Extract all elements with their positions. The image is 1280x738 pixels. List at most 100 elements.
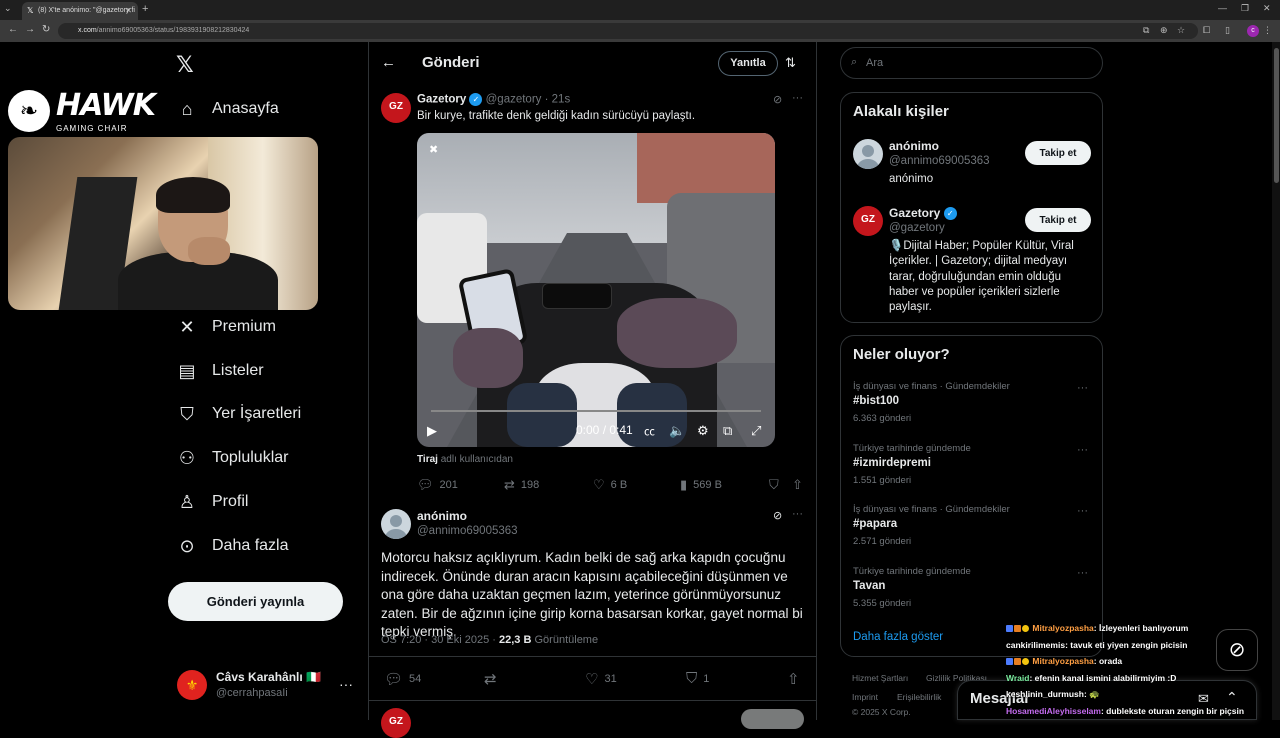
trend-more-icon[interactable]: ··· — [1077, 444, 1088, 456]
back-icon[interactable]: ← — [8, 24, 18, 35]
volume-icon[interactable]: 🔈 — [669, 423, 685, 439]
quoted-handle[interactable]: @gazetory — [486, 94, 542, 106]
forward-icon[interactable]: → — [25, 24, 35, 35]
browser-tab[interactable]: 𝕏 (8) X'te anónimo: "@gazetory fi ✕ — [22, 2, 138, 20]
extensions-icon[interactable]: ⧠ — [1203, 25, 1210, 36]
nav-item-home[interactable]: ⌂ Anasayfa — [176, 98, 279, 120]
chat-user[interactable]: Wraid — [1006, 673, 1029, 683]
repost-action[interactable]: ⇄ 198 — [504, 477, 539, 493]
post-button[interactable]: Gönderi yayınla — [168, 582, 343, 621]
video-progress-bar[interactable] — [431, 410, 761, 412]
anonimo-avatar[interactable] — [381, 509, 411, 539]
nav-label: Listeler — [212, 362, 264, 379]
share-action[interactable]: ⇧ — [792, 477, 809, 493]
share-action[interactable]: ⇧ — [787, 670, 806, 688]
show-more-link[interactable]: Daha fazla göster — [853, 631, 943, 643]
divider — [368, 700, 817, 701]
minimize-icon[interactable]: — — [1218, 3, 1227, 13]
reply-action[interactable]: 💬︎ 54 — [384, 670, 421, 688]
main-handle[interactable]: @annimo69005363 — [417, 525, 518, 537]
trend-name[interactable]: Tavan — [853, 580, 885, 592]
settings-icon[interactable]: ⚙ — [697, 423, 709, 439]
captions-icon[interactable]: ㏄ — [644, 423, 655, 439]
zoom-icon[interactable]: ⊕ — [1160, 25, 1168, 36]
restore-icon[interactable]: ❐ — [1241, 3, 1249, 14]
chat-badge-icon — [1014, 625, 1021, 633]
address-bar[interactable]: x.com/annimo69005363/status/198393190821… — [58, 23, 1198, 39]
account-name[interactable]: Câvs Karahânlı 🇮🇹 — [216, 670, 321, 684]
browser-profile-avatar[interactable]: c — [1247, 25, 1259, 37]
sidebar-icon[interactable]: ▯ — [1225, 25, 1230, 36]
quoted-author[interactable]: Gazetory — [417, 94, 466, 106]
main-author[interactable]: anónimo — [417, 509, 467, 523]
views-count: 569 B — [693, 479, 722, 491]
grok-icon[interactable]: ⊘ — [773, 93, 782, 106]
nav-item-communities[interactable]: ⚇ Topluluklar — [176, 447, 289, 469]
chat-user[interactable]: Mitralyozpasha — [1032, 656, 1093, 666]
chat-user[interactable]: Mitralyozpasha — [1032, 623, 1093, 633]
reply-action[interactable]: 💬︎ 201 — [417, 477, 458, 493]
like-action[interactable]: ♡ 31 — [585, 670, 617, 688]
back-arrow-icon[interactable]: ← — [381, 54, 396, 71]
reload-icon[interactable]: ↻ — [42, 24, 50, 35]
nav-item-lists[interactable]: ▤ Listeler — [176, 360, 264, 382]
footer-link[interactable]: Erişilebilirlik — [897, 692, 941, 702]
install-icon[interactable]: ⧉ — [1143, 25, 1149, 36]
chat-user[interactable]: HosamediAleyhisselam — [1006, 706, 1101, 716]
trend-more-icon[interactable]: ··· — [1077, 567, 1088, 579]
tab-search-icon[interactable]: ⌄ — [4, 3, 12, 14]
scrollbar-thumb[interactable] — [1274, 48, 1279, 183]
pip-icon[interactable]: ⧉ — [723, 423, 732, 439]
footer-link[interactable]: Imprint — [852, 692, 878, 702]
post-timestamp[interactable]: ÖS 7:20 · 30 Eki 2025 · — [381, 634, 496, 646]
new-message-icon[interactable]: ✉ — [1198, 691, 1209, 707]
menu-icon[interactable]: ⋮ — [1263, 25, 1272, 36]
filter-icon[interactable]: ⇅ — [785, 55, 796, 71]
nav-item-premium[interactable]: ✕ Premium — [176, 316, 276, 338]
video-player[interactable]: ✖ ▶ 0:00 / 0:41 ㏄ 🔈 ⚙ ⧉ ⤢ — [417, 133, 775, 447]
reply-avatar[interactable]: GZ — [381, 708, 411, 738]
post-more-icon[interactable]: ··· — [792, 508, 803, 520]
reply-button[interactable]: Yanıtla — [718, 51, 778, 76]
chat-user[interactable]: keshlinin_durmush — [1006, 689, 1084, 699]
trend-more-icon[interactable]: ··· — [1077, 382, 1088, 394]
trend-name[interactable]: #papara — [853, 518, 897, 530]
trend-more-icon[interactable]: ··· — [1077, 505, 1088, 517]
account-avatar[interactable]: ⚜ — [177, 670, 207, 700]
trend-name[interactable]: #bist100 — [853, 395, 899, 407]
reply-submit-button[interactable] — [741, 709, 804, 729]
search-input[interactable]: ⌕ Ara — [840, 47, 1103, 79]
nav-item-bookmarks[interactable]: ⛉ Yer İşaretleri — [176, 403, 301, 425]
bookmark-action[interactable]: ⛉ 1 — [686, 670, 709, 687]
address-toolbar: ← → ↻ x.com/annimo69005363/status/198393… — [0, 20, 1280, 42]
related-name[interactable]: Gazetory — [889, 206, 940, 220]
expand-icon[interactable]: ⌃ — [1226, 689, 1238, 706]
repost-action[interactable]: ⇄ — [484, 670, 503, 688]
fullscreen-icon[interactable]: ⤢ — [751, 423, 761, 439]
like-action[interactable]: ♡ 6 B — [593, 477, 627, 493]
close-tab-icon[interactable]: ✕ — [125, 6, 132, 15]
footer-link[interactable]: Hizmet Şartları — [852, 673, 908, 683]
anonimo-avatar[interactable] — [853, 139, 883, 169]
play-icon[interactable]: ▶ — [427, 423, 437, 439]
views-action[interactable]: ▮ 569 B — [680, 477, 722, 493]
chat-user[interactable]: cankirilimemis — [1006, 640, 1065, 650]
trend-name[interactable]: #izmirdepremi — [853, 457, 931, 469]
star-icon[interactable]: ☆ — [1177, 25, 1185, 36]
nav-item-more[interactable]: ⊙ Daha fazla — [176, 535, 288, 557]
gazetory-avatar[interactable]: GZ — [381, 93, 411, 123]
follow-button[interactable]: Takip et — [1025, 141, 1091, 165]
grok-icon[interactable]: ⊘ — [773, 509, 782, 522]
related-name[interactable]: anónimo — [889, 139, 939, 153]
credit-user[interactable]: Tiraj — [417, 454, 438, 465]
new-tab-button[interactable]: + — [142, 3, 148, 15]
grok-button-icon[interactable]: ⊘ — [1216, 629, 1258, 671]
follow-button[interactable]: Takip et — [1025, 208, 1091, 232]
account-more-icon[interactable]: ··· — [339, 676, 353, 692]
bookmark-action[interactable]: ⛉ — [769, 477, 785, 493]
gazetory-avatar[interactable]: GZ — [853, 206, 883, 236]
x-logo-icon[interactable]: 𝕏 — [176, 52, 194, 78]
close-window-icon[interactable]: ✕ — [1263, 3, 1271, 14]
post-more-icon[interactable]: ··· — [792, 92, 803, 104]
nav-item-profile[interactable]: ♙ Profil — [176, 491, 249, 513]
